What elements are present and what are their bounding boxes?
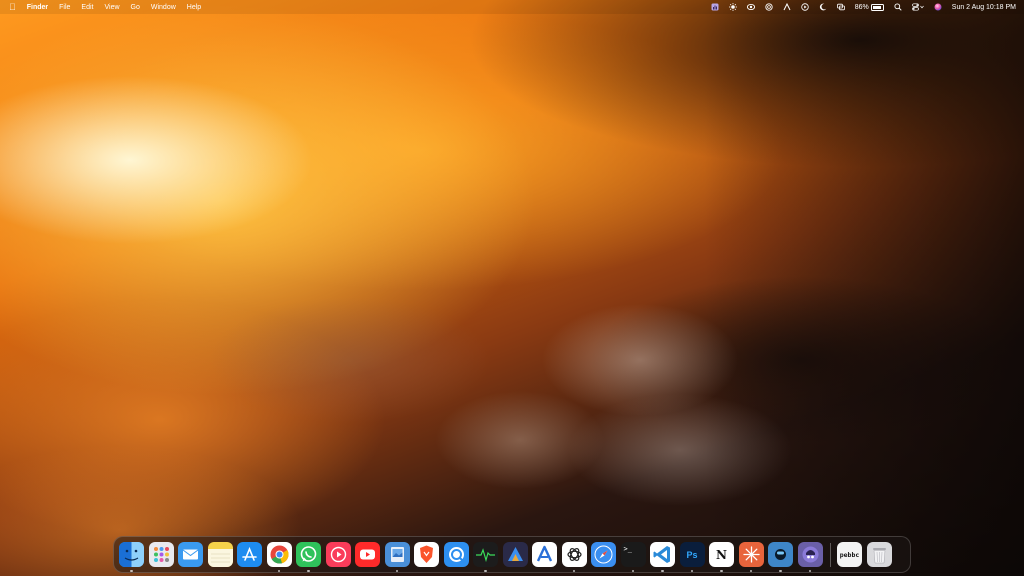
menu-edit[interactable]: Edit xyxy=(81,4,93,11)
dock-app-launchpad[interactable] xyxy=(148,542,174,567)
running-indicator xyxy=(395,569,398,572)
battery-icon xyxy=(870,3,884,11)
running-indicator xyxy=(307,569,310,572)
dock-app-claude[interactable] xyxy=(738,542,764,572)
youtube-icon xyxy=(355,542,380,567)
chrome-icon xyxy=(267,542,292,567)
running-indicator xyxy=(130,569,133,572)
search-icon[interactable] xyxy=(894,3,902,11)
dock-app-vscode[interactable] xyxy=(650,542,675,572)
play-icon[interactable] xyxy=(801,3,809,11)
dock-app-activity-monitor[interactable] xyxy=(473,542,498,572)
menu-bar-left:  Finder File Edit View Go Window Help xyxy=(0,2,201,12)
menu-finder[interactable]: Finder xyxy=(27,4,48,11)
running-indicator xyxy=(808,569,811,572)
whatsapp-icon xyxy=(296,542,321,567)
dock-app-terminal[interactable]: >_ xyxy=(620,542,646,572)
dock-app-preview[interactable] xyxy=(384,542,410,572)
running-indicator xyxy=(277,569,280,572)
altstore-icon xyxy=(532,542,557,567)
dock: >_ Ps Npebbc xyxy=(113,536,911,573)
finder-icon xyxy=(119,542,144,567)
dock-app-brave[interactable] xyxy=(414,542,439,567)
vscode-icon xyxy=(650,542,675,567)
dock-separator xyxy=(830,542,831,567)
battery-status[interactable]: 86% xyxy=(854,3,884,11)
arc-icon[interactable] xyxy=(783,3,791,11)
dock-app-youtube[interactable] xyxy=(355,542,380,567)
menu-bar:  Finder File Edit View Go Window Help 8… xyxy=(0,0,1024,14)
dock-app-music[interactable] xyxy=(325,542,351,567)
qbittorrent-icon xyxy=(444,542,469,567)
trash-icon xyxy=(867,542,892,567)
menu-view[interactable]: View xyxy=(104,4,119,11)
dock-app-photoshop[interactable]: Ps xyxy=(679,542,705,572)
menu-window[interactable]: Window xyxy=(151,4,176,11)
stats-icon[interactable] xyxy=(711,3,719,11)
dock-app-mail[interactable] xyxy=(178,542,203,567)
claude-icon xyxy=(739,542,764,567)
dock-app-qbittorrent[interactable] xyxy=(443,542,469,567)
mail-icon xyxy=(178,542,203,567)
notes-icon xyxy=(207,542,233,567)
desktop-wallpaper xyxy=(0,0,1024,576)
dock-app-bartender[interactable] xyxy=(768,542,793,572)
running-indicator xyxy=(720,569,723,572)
dock-app-altstore[interactable] xyxy=(532,542,557,567)
menu-go[interactable]: Go xyxy=(131,4,140,11)
running-indicator xyxy=(779,569,782,572)
running-indicator xyxy=(690,569,693,572)
running-indicator xyxy=(572,569,575,572)
dock-app-safari[interactable] xyxy=(591,542,616,567)
pebbc-label: pebbc xyxy=(839,550,860,559)
menu-clock[interactable]: Sun 2 Aug 10:18 PM xyxy=(952,4,1016,11)
siri-icon[interactable] xyxy=(934,3,942,11)
dock-app-pebbc[interactable]: pebbc xyxy=(837,542,862,567)
preview-icon xyxy=(385,542,410,567)
brightness-icon[interactable] xyxy=(728,3,737,11)
chatgpt-icon xyxy=(562,542,587,567)
control-center-icon[interactable] xyxy=(911,3,924,11)
dock-app-chrome[interactable] xyxy=(266,542,292,572)
safari-icon xyxy=(591,542,616,567)
dock-app-chatgpt[interactable] xyxy=(561,542,587,572)
menu-help[interactable]: Help xyxy=(187,4,201,11)
activity-monitor-icon xyxy=(473,542,498,567)
wallpaper-shade xyxy=(704,0,1024,576)
dock-app-notes[interactable] xyxy=(207,542,233,567)
running-indicator xyxy=(661,569,664,572)
menu-bar-right: 86% Sun 2 Aug 10:18 PM xyxy=(711,3,1024,11)
dock-app-trash[interactable] xyxy=(866,542,892,567)
openai-icon[interactable] xyxy=(765,3,773,11)
moon-icon[interactable] xyxy=(819,3,827,11)
notion-label: N xyxy=(716,547,727,562)
battery-percent: 86% xyxy=(854,3,869,11)
running-indicator xyxy=(749,569,752,572)
screen-mirror-icon[interactable] xyxy=(836,3,845,11)
launchpad-icon xyxy=(149,542,174,567)
dock-app-notion[interactable]: N xyxy=(709,542,734,572)
affinity-icon xyxy=(503,542,528,567)
running-indicator xyxy=(484,569,487,572)
dock-app-affinity[interactable] xyxy=(502,542,528,567)
dock-app-finder[interactable] xyxy=(119,542,144,572)
apple-menu-icon[interactable]:  xyxy=(9,2,16,12)
battery-fill xyxy=(872,5,881,9)
dock-app-whatsapp[interactable] xyxy=(296,542,321,572)
brave-icon xyxy=(414,542,439,567)
app-store-icon xyxy=(237,542,262,567)
dock-app-app-store[interactable] xyxy=(237,542,262,567)
alfred-icon xyxy=(798,542,823,567)
photoshop-label: Ps xyxy=(686,549,698,560)
dock-app-alfred[interactable] xyxy=(797,542,823,572)
running-indicator xyxy=(631,569,634,572)
bartender-icon xyxy=(768,542,793,567)
menu-file[interactable]: File xyxy=(59,4,70,11)
terminal-label: >_ xyxy=(623,545,632,553)
eye-icon[interactable] xyxy=(746,3,755,11)
music-icon xyxy=(326,542,351,567)
